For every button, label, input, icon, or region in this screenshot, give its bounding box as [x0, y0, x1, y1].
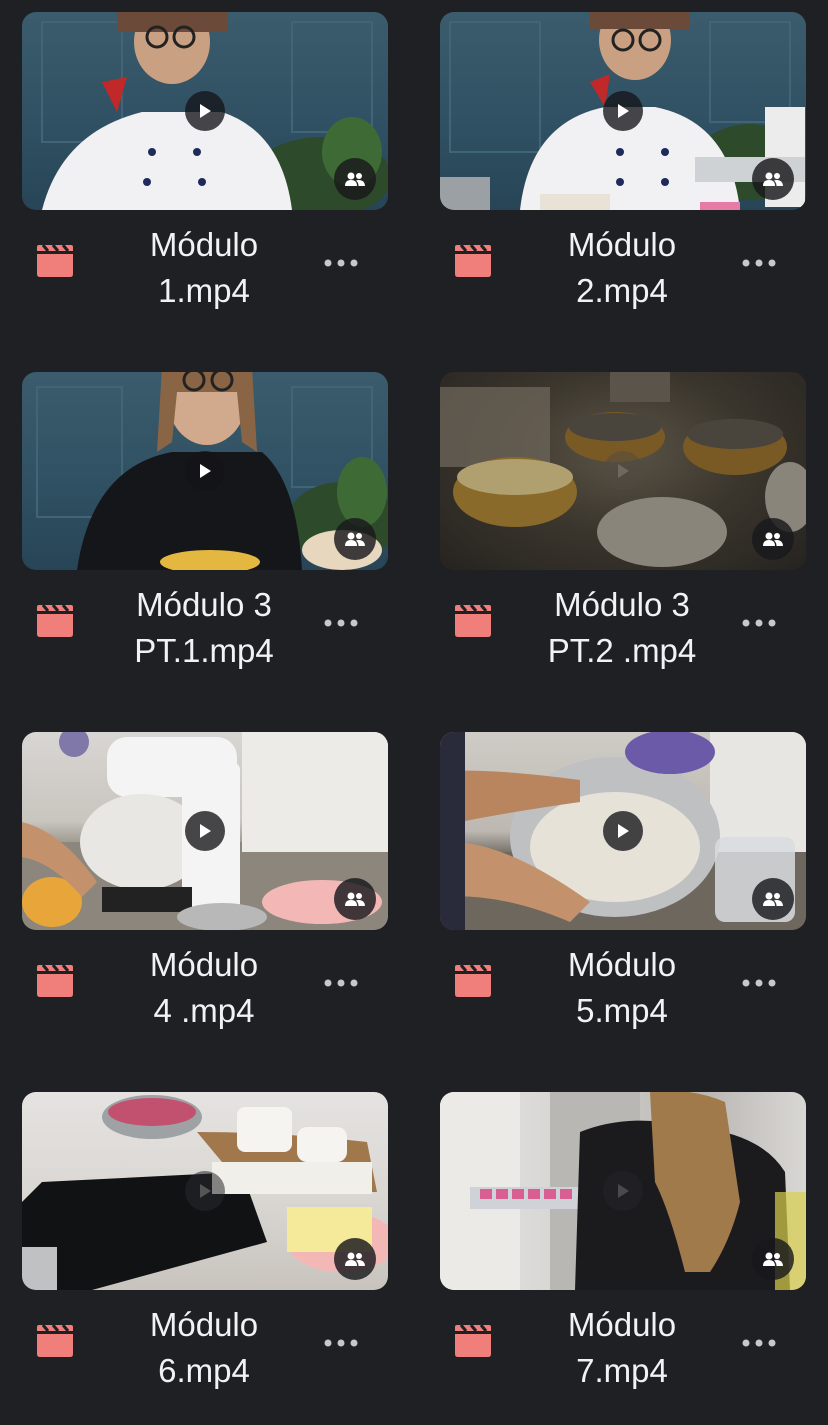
more-horizontal-icon — [742, 1339, 776, 1347]
file-meta: Módulo 5.mp4 — [440, 930, 806, 1060]
more-options-button[interactable] — [736, 248, 782, 278]
shared-people-icon — [752, 1238, 794, 1280]
shared-people-icon — [334, 878, 376, 920]
more-horizontal-icon — [742, 259, 776, 267]
play-icon[interactable] — [603, 91, 643, 131]
file-name[interactable]: Módulo 3 PT.1.mp4 — [94, 582, 314, 674]
more-horizontal-icon — [742, 619, 776, 627]
video-thumbnail[interactable] — [440, 732, 806, 930]
more-horizontal-icon — [742, 979, 776, 987]
video-thumbnail[interactable] — [440, 1092, 806, 1290]
file-name[interactable]: Módulo 3 PT.2 .mp4 — [512, 582, 732, 674]
file-name[interactable]: Módulo 7.mp4 — [512, 1302, 732, 1394]
video-file-icon — [455, 604, 491, 637]
more-options-button[interactable] — [318, 608, 364, 638]
file-grid: Módulo 1.mp4 Módulo 2.mp4 Módulo 3 PT.1.… — [0, 0, 828, 1425]
file-card[interactable]: Módulo 1.mp4 — [22, 12, 388, 340]
video-file-icon — [455, 1324, 491, 1357]
more-horizontal-icon — [324, 259, 358, 267]
more-options-button[interactable] — [318, 968, 364, 998]
file-meta: Módulo 3 PT.2 .mp4 — [440, 570, 806, 700]
more-horizontal-icon — [324, 979, 358, 987]
video-file-icon — [455, 244, 491, 277]
shared-people-icon — [752, 878, 794, 920]
play-icon[interactable] — [185, 91, 225, 131]
more-options-button[interactable] — [736, 1328, 782, 1358]
video-file-icon — [455, 964, 491, 997]
video-thumbnail[interactable] — [440, 12, 806, 210]
file-name[interactable]: Módulo 1.mp4 — [94, 222, 314, 314]
video-file-icon — [37, 964, 73, 997]
more-options-button[interactable] — [318, 1328, 364, 1358]
shared-people-icon — [752, 158, 794, 200]
more-options-button[interactable] — [318, 248, 364, 278]
play-icon[interactable] — [185, 451, 225, 491]
video-file-icon — [37, 244, 73, 277]
play-icon[interactable] — [603, 811, 643, 851]
video-thumbnail[interactable] — [22, 1092, 388, 1290]
file-card[interactable]: Módulo 7.mp4 — [440, 1092, 806, 1420]
file-name[interactable]: Módulo 4 .mp4 — [94, 942, 314, 1034]
shared-people-icon — [752, 518, 794, 560]
shared-people-icon — [334, 1238, 376, 1280]
file-card[interactable]: Módulo 4 .mp4 — [22, 732, 388, 1060]
file-meta: Módulo 1.mp4 — [22, 210, 388, 340]
video-file-icon — [37, 1324, 73, 1357]
more-options-button[interactable] — [736, 608, 782, 638]
video-file-icon — [37, 604, 73, 637]
video-thumbnail[interactable] — [22, 732, 388, 930]
file-meta: Módulo 7.mp4 — [440, 1290, 806, 1420]
more-options-button[interactable] — [736, 968, 782, 998]
file-meta: Módulo 3 PT.1.mp4 — [22, 570, 388, 700]
file-card[interactable]: Módulo 6.mp4 — [22, 1092, 388, 1420]
video-thumbnail[interactable] — [22, 372, 388, 570]
play-icon[interactable] — [603, 451, 643, 491]
file-name[interactable]: Módulo 5.mp4 — [512, 942, 732, 1034]
video-thumbnail[interactable] — [440, 372, 806, 570]
play-icon[interactable] — [603, 1171, 643, 1211]
file-name[interactable]: Módulo 2.mp4 — [512, 222, 732, 314]
file-meta: Módulo 4 .mp4 — [22, 930, 388, 1060]
play-icon[interactable] — [185, 1171, 225, 1211]
file-card[interactable]: Módulo 3 PT.2 .mp4 — [440, 372, 806, 700]
file-name[interactable]: Módulo 6.mp4 — [94, 1302, 314, 1394]
video-thumbnail[interactable] — [22, 12, 388, 210]
more-horizontal-icon — [324, 619, 358, 627]
play-icon[interactable] — [185, 811, 225, 851]
file-card[interactable]: Módulo 2.mp4 — [440, 12, 806, 340]
shared-people-icon — [334, 158, 376, 200]
shared-people-icon — [334, 518, 376, 560]
file-card[interactable]: Módulo 5.mp4 — [440, 732, 806, 1060]
file-card[interactable]: Módulo 3 PT.1.mp4 — [22, 372, 388, 700]
file-meta: Módulo 2.mp4 — [440, 210, 806, 340]
file-meta: Módulo 6.mp4 — [22, 1290, 388, 1420]
more-horizontal-icon — [324, 1339, 358, 1347]
